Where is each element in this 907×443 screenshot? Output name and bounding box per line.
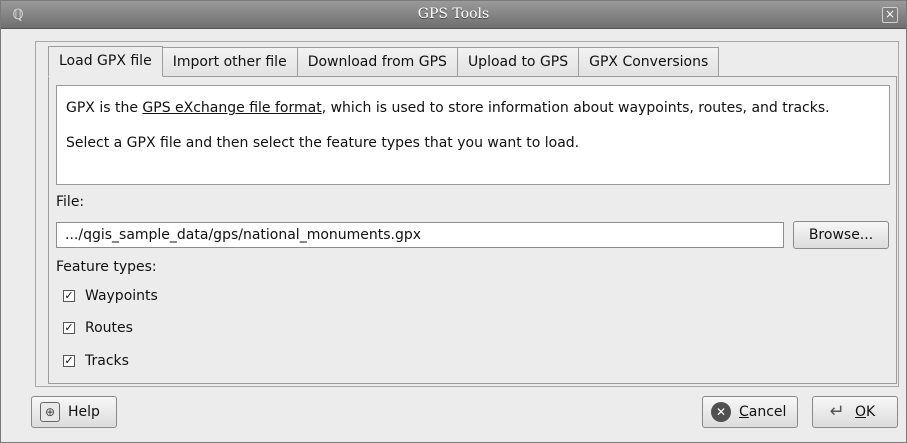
help-button[interactable]: ⊕ Help <box>31 396 117 428</box>
routes-label: Routes <box>85 320 133 336</box>
file-path-input[interactable]: .../qgis_sample_data/gps/national_monume… <box>56 222 784 248</box>
feature-types-label: Feature types: <box>56 259 157 275</box>
info-prefix: GPX is the <box>66 100 143 116</box>
close-icon: × <box>884 7 896 21</box>
tracks-checkbox[interactable]: ✓ <box>63 355 75 367</box>
tab-download-from-gps[interactable]: Download from GPS <box>297 47 458 77</box>
info-line-1: GPX is the GPS eXchange file format, whi… <box>66 98 880 118</box>
title-bar[interactable]: ℚ GPS Tools × <box>1 1 906 29</box>
cancel-button[interactable]: ✕ Cancel <box>702 396 798 428</box>
ok-icon: ↵ <box>829 401 845 422</box>
waypoints-checkbox-row[interactable]: ✓ Waypoints <box>63 288 158 304</box>
help-icon: ⊕ <box>40 402 60 422</box>
file-label: File: <box>56 194 85 210</box>
cancel-label: Cancel <box>739 404 787 420</box>
browse-button[interactable]: Browse... <box>793 221 889 249</box>
tab-gpx-conversions[interactable]: GPX Conversions <box>579 47 720 77</box>
gps-tools-dialog: ℚ GPS Tools × Load GPX file Import other… <box>0 0 907 443</box>
routes-checkbox[interactable]: ✓ <box>63 322 75 334</box>
tracks-label: Tracks <box>85 353 129 369</box>
help-label: Help <box>68 404 100 420</box>
tab-upload-to-gps[interactable]: Upload to GPS <box>457 47 580 77</box>
window-title: GPS Tools <box>417 6 490 22</box>
tab-import-other-file[interactable]: Import other file <box>162 47 298 77</box>
waypoints-checkbox[interactable]: ✓ <box>63 290 75 302</box>
tracks-checkbox-row[interactable]: ✓ Tracks <box>63 353 129 369</box>
tab-bar: Load GPX file Import other file Download… <box>48 46 720 77</box>
ok-label: OK <box>855 404 876 420</box>
info-text-box: GPX is the GPS eXchange file format, whi… <box>56 85 890 185</box>
tab-load-gpx-file[interactable]: Load GPX file <box>48 46 163 77</box>
gpx-format-link[interactable]: GPS eXchange file format <box>142 100 321 116</box>
waypoints-label: Waypoints <box>85 288 158 304</box>
ok-button[interactable]: ↵ OK <box>812 396 898 428</box>
info-suffix: , which is used to store information abo… <box>321 100 830 116</box>
close-button[interactable]: × <box>882 7 898 23</box>
routes-checkbox-row[interactable]: ✓ Routes <box>63 320 133 336</box>
tab-panel-load-gpx: GPX is the GPS eXchange file format, whi… <box>48 76 897 384</box>
info-line-2: Select a GPX file and then select the fe… <box>66 135 580 151</box>
cancel-icon: ✕ <box>711 402 731 422</box>
